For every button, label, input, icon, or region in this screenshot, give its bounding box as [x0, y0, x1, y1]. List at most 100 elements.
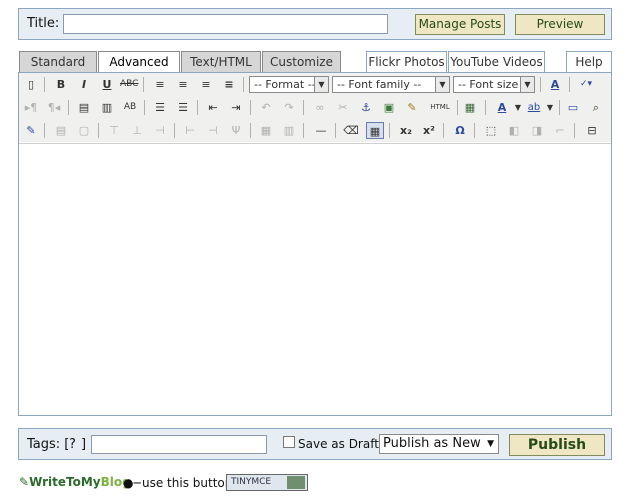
horizontal-rule-icon[interactable]: —: [312, 122, 330, 139]
page-break-icon[interactable]: ⊟: [583, 122, 601, 139]
insert-col-after-icon[interactable]: ⊣: [204, 122, 222, 139]
cell-props-icon[interactable]: ▢: [75, 122, 93, 139]
separator: [485, 100, 486, 115]
tags-panel: Tags: [ ? ] Save as Draft Publish as New…: [18, 428, 612, 460]
writetomyblog-logo: ✎WriteToMyBlog: [19, 475, 131, 489]
subscript-icon[interactable]: x₂: [397, 122, 415, 139]
toolbar-row-2: ▸¶ ¶◂ ▤ ▥ AB ☰ ☰ ⇤ ⇥ ↶ ↷ ∞ ✂ ⚓ ▣ ✎ HTML …: [19, 96, 611, 119]
align-justify-icon[interactable]: ≡: [220, 76, 238, 93]
tinymce-logo-button[interactable]: TINYMCE: [226, 474, 308, 491]
bold-icon[interactable]: B: [52, 76, 70, 93]
link-icon[interactable]: ∞: [311, 99, 329, 116]
separator: [303, 123, 304, 138]
layer-back-icon[interactable]: ◨: [528, 122, 546, 139]
format-select[interactable]: -- Format -- ▼: [249, 76, 329, 93]
align-center-icon[interactable]: ≡: [174, 76, 192, 93]
delete-row-icon[interactable]: ⊣: [151, 122, 169, 139]
separator: [569, 77, 570, 92]
outdent-icon[interactable]: ⇤: [204, 99, 222, 116]
separator: [540, 77, 541, 92]
separator: [443, 123, 444, 138]
title-input[interactable]: [63, 14, 388, 34]
manage-posts-button[interactable]: Manage Posts: [415, 14, 505, 35]
undo-icon[interactable]: ↶: [257, 99, 275, 116]
tab-help[interactable]: Help: [566, 51, 612, 73]
paste-text-icon[interactable]: ▤: [75, 99, 93, 116]
special-char-icon[interactable]: Ω: [451, 122, 469, 139]
cleanup-icon[interactable]: ✎: [403, 99, 421, 116]
redo-icon[interactable]: ↷: [280, 99, 298, 116]
html-source-icon[interactable]: HTML: [427, 99, 453, 116]
chevron-down-icon: ▼: [435, 77, 449, 92]
rtl-icon[interactable]: ¶◂: [45, 99, 63, 116]
publish-mode-select[interactable]: Publish as New ▼: [379, 434, 499, 454]
ltr-icon[interactable]: ▸¶: [22, 99, 40, 116]
tab-customize[interactable]: Customize: [262, 51, 341, 73]
toolbar-row-1: ▯ B I U ABC ≡ ≡ ≡ ≡ -- Format -- ▼ -- Fon…: [19, 73, 611, 96]
publish-button[interactable]: Publish: [509, 434, 605, 456]
separator: [250, 100, 251, 115]
edit-css-icon[interactable]: ✎: [22, 122, 40, 139]
font-family-select[interactable]: -- Font family -- ▼: [332, 76, 450, 93]
fullscreen-icon[interactable]: ▭: [564, 99, 582, 116]
media-icon[interactable]: ▦: [461, 99, 479, 116]
tags-help-close: ]: [81, 437, 87, 452]
align-right-icon[interactable]: ≡: [197, 76, 215, 93]
unlink-icon[interactable]: ✂: [334, 99, 352, 116]
separator: [389, 123, 390, 138]
merge-cells-icon[interactable]: ▥: [280, 122, 298, 139]
toolbar-row-3: ✎ ▤ ▢ ⊤ ⊥ ⊣ ⊢ ⊣ Ψ ▦ ▥ — ⌫ ▦ x₂ x² Ω ⬚ ◧ …: [19, 119, 611, 142]
save-as-draft-checkbox[interactable]: [283, 436, 295, 448]
table-icon[interactable]: ▦: [366, 122, 384, 139]
spellcheck-icon[interactable]: ✓▾: [577, 76, 595, 93]
tab-standard[interactable]: Standard: [19, 51, 97, 73]
align-left-icon[interactable]: ≡: [151, 76, 169, 93]
tab-text-html[interactable]: Text/HTML: [181, 51, 261, 73]
separator: [559, 100, 560, 115]
chevron-down-icon: ▼: [520, 77, 534, 92]
chevron-down-icon[interactable]: ▼: [541, 99, 559, 116]
editor-content-area[interactable]: [19, 143, 611, 415]
arrow-icon: ●─: [123, 476, 141, 490]
insert-col-before-icon[interactable]: ⊢: [181, 122, 199, 139]
strikethrough-icon[interactable]: ABC: [120, 76, 138, 93]
indent-icon[interactable]: ⇥: [227, 99, 245, 116]
search-icon[interactable]: ⌕: [587, 99, 605, 116]
new-document-icon[interactable]: ▯: [22, 76, 40, 93]
separator: [143, 77, 144, 92]
tab-youtube-videos[interactable]: YouTube Videos: [448, 51, 545, 73]
separator: [303, 100, 304, 115]
font-size-select[interactable]: -- Font size -- ▼: [453, 76, 535, 93]
paste-word-icon[interactable]: ▥: [98, 99, 116, 116]
select-all-icon[interactable]: AB: [121, 99, 139, 116]
tags-input[interactable]: [91, 435, 267, 454]
tab-advanced[interactable]: Advanced: [98, 51, 180, 74]
tags-help-link[interactable]: ?: [69, 437, 76, 452]
publish-mode-value: Publish as New: [383, 436, 481, 451]
title-label: Title:: [27, 16, 60, 31]
image-icon[interactable]: ▣: [380, 99, 398, 116]
bullet-list-icon[interactable]: ☰: [151, 99, 169, 116]
absolute-position-icon[interactable]: ⌐: [551, 122, 569, 139]
separator: [174, 123, 175, 138]
insert-row-before-icon[interactable]: ⊤: [105, 122, 123, 139]
font-style-icon[interactable]: A: [546, 76, 564, 93]
numbered-list-icon[interactable]: ☰: [174, 99, 192, 116]
font-family-select-label: -- Font family --: [337, 78, 422, 91]
visual-aid-icon[interactable]: ⬚: [482, 122, 500, 139]
separator: [474, 123, 475, 138]
delete-col-icon[interactable]: Ψ: [227, 122, 245, 139]
preview-button[interactable]: Preview: [515, 14, 605, 35]
superscript-icon[interactable]: x²: [420, 122, 438, 139]
split-cells-icon[interactable]: ▦: [257, 122, 275, 139]
layer-front-icon[interactable]: ◧: [505, 122, 523, 139]
anchor-icon[interactable]: ⚓: [357, 99, 375, 116]
tab-flickr-photos[interactable]: Flickr Photos: [366, 51, 447, 73]
remove-format-icon[interactable]: ⌫: [342, 122, 360, 139]
insert-row-after-icon[interactable]: ⊥: [128, 122, 146, 139]
chevron-down-icon: ▼: [487, 439, 494, 449]
italic-icon[interactable]: I: [75, 76, 93, 93]
underline-icon[interactable]: U: [98, 76, 116, 93]
font-size-select-label: -- Font size --: [458, 78, 530, 91]
row-props-icon[interactable]: ▤: [52, 122, 70, 139]
